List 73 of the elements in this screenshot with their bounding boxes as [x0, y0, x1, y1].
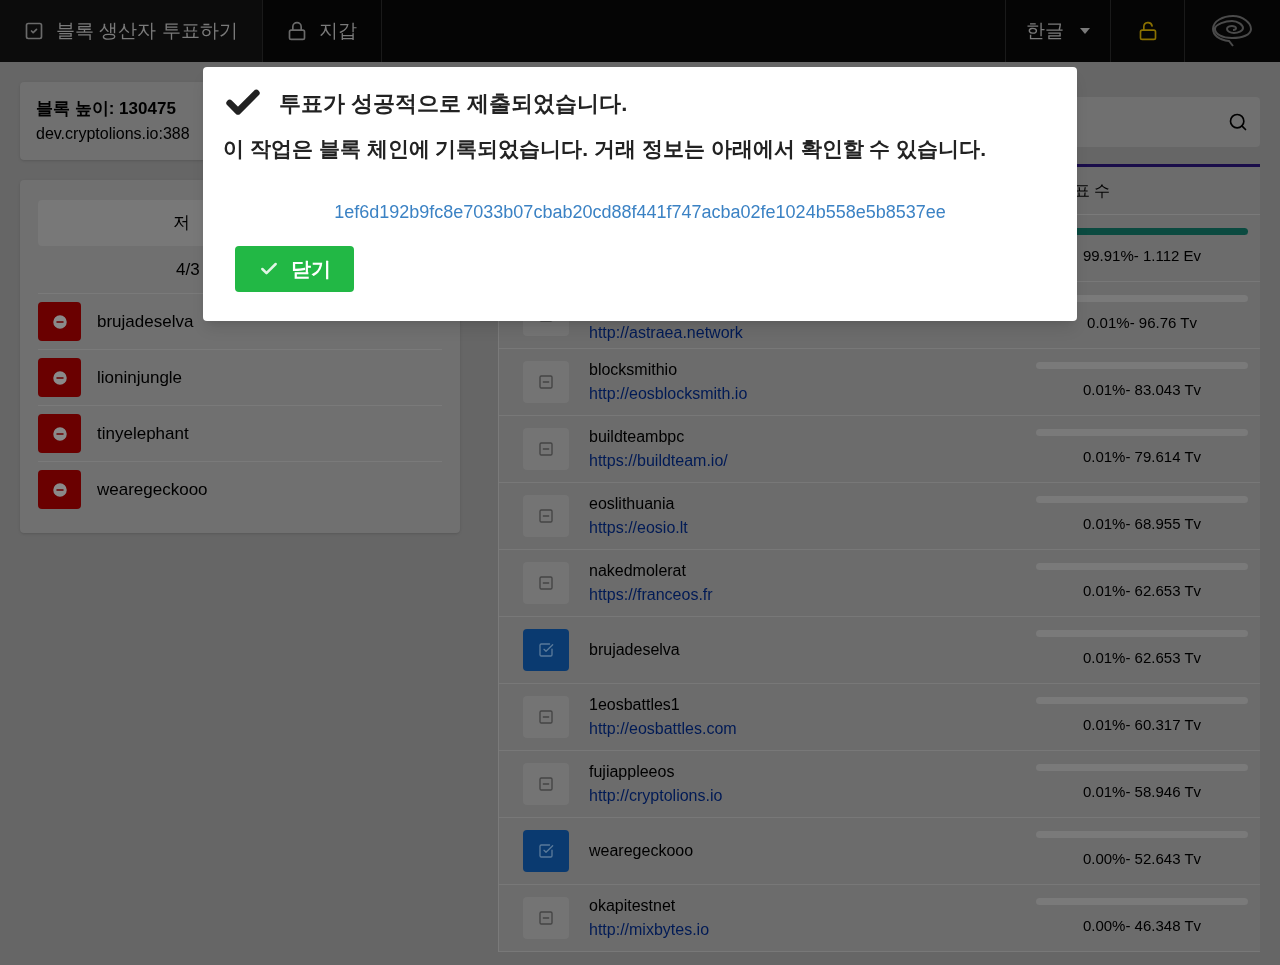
- producer-name: brujadeselva: [589, 640, 681, 660]
- checkbox-minus-icon: [538, 910, 554, 926]
- lock-icon: [286, 21, 307, 41]
- vote-share-reading: 0.00%- 46.348 Tv: [1082, 916, 1202, 937]
- vote-share-reading: 0.01%- 58.946 Tv: [1082, 782, 1202, 803]
- remove-vote-button[interactable]: [38, 470, 81, 509]
- language-dropdown[interactable]: 한글: [1005, 0, 1111, 62]
- producer-checkbox[interactable]: [523, 763, 569, 805]
- vote-share-reading: 0.01%- 79.614 Tv: [1082, 447, 1202, 468]
- minus-circle-icon: [50, 424, 69, 443]
- transaction-link[interactable]: 1ef6d192b9fc8e7033b07cbab20cd88f441f747acba02fe1024b558e5b8537ee: [334, 198, 946, 226]
- producer-checkbox[interactable]: [523, 629, 569, 671]
- voted-producer-name: lioninjungle: [97, 366, 183, 389]
- checkbox-checked-icon: [538, 642, 554, 658]
- vote-share-reading: 0.01%- 60.317 Tv: [1082, 715, 1202, 736]
- producer-name: buildteambpc: [589, 427, 686, 447]
- producer-url[interactable]: https://franceos.fr: [589, 583, 1036, 607]
- vote-share-reading: 0.01%- 68.955 Tv: [1082, 514, 1202, 535]
- unlock-icon: [1137, 21, 1158, 41]
- minus-circle-icon: [50, 368, 69, 387]
- producer-checkbox[interactable]: [523, 897, 569, 939]
- vote-share-reading: 99.91%- 1.112 Ev: [1082, 246, 1202, 267]
- nav-tab[interactable]: 블록 생산자 투표하기: [0, 0, 263, 62]
- producer-checkbox[interactable]: [523, 696, 569, 738]
- checkbox-checked-icon: [538, 843, 554, 859]
- producer-url[interactable]: http://eosblocksmith.io: [589, 382, 1036, 406]
- close-button[interactable]: 닫기: [235, 245, 354, 292]
- vote-share-reading: 0.01%- 96.76 Tv: [1087, 313, 1197, 334]
- checkbox-minus-icon: [538, 709, 554, 725]
- remove-vote-button[interactable]: [38, 414, 81, 453]
- producer-checkbox[interactable]: [523, 428, 569, 470]
- checkbox-minus-icon: [538, 508, 554, 524]
- search-icon: [1228, 112, 1248, 132]
- producer-name: okapitestnet: [589, 896, 677, 916]
- dialog-title: 투표가 성공적으로 제출되었습니다.: [279, 89, 628, 118]
- producer-url[interactable]: https://eosio.lt: [589, 516, 1036, 540]
- producer-name: eoslithuania: [589, 494, 676, 514]
- node-address: dev.cryptolions.io:388: [36, 123, 190, 144]
- producer-name: blocksmithio: [589, 360, 679, 380]
- checkbox-minus-icon: [538, 441, 554, 457]
- checkbox-icon: [24, 21, 44, 41]
- vote-share-reading: 0.01%- 83.043 Tv: [1082, 380, 1202, 401]
- block-height-label: 블록 높이: 130475: [36, 98, 176, 120]
- producer-url[interactable]: http://mixbytes.io: [589, 918, 1036, 942]
- producer-name: 1eosbattles1: [589, 695, 681, 715]
- voted-producer-name: brujadeselva: [97, 310, 194, 333]
- caret-icon: [1080, 28, 1090, 34]
- vote-share-reading: 0.01%- 62.653 Tv: [1082, 648, 1202, 669]
- vote-count: 4/3: [176, 258, 200, 281]
- producer-url[interactable]: http://eosbattles.com: [589, 717, 1036, 741]
- producer-checkbox[interactable]: [523, 361, 569, 403]
- producer-checkbox[interactable]: [523, 830, 569, 872]
- vote-share-reading: 0.01%- 62.653 Tv: [1082, 581, 1202, 602]
- checkbox-minus-icon: [538, 374, 554, 390]
- minus-circle-icon: [50, 480, 69, 499]
- voted-producer-name: wearegeckooo: [97, 478, 208, 501]
- producer-name: fujiappleeos: [589, 762, 676, 782]
- nav-tab[interactable]: 지갑: [262, 0, 382, 62]
- producer-name: wearegeckooo: [589, 841, 695, 861]
- producer-checkbox[interactable]: [523, 562, 569, 604]
- vote-share-reading: 0.00%- 52.643 Tv: [1082, 849, 1202, 870]
- minus-circle-icon: [50, 312, 69, 331]
- producer-url[interactable]: https://buildteam.io/: [589, 449, 1036, 473]
- checkbox-minus-icon: [538, 575, 554, 591]
- producer-url[interactable]: http://astraea.network: [589, 321, 1036, 345]
- checkbox-minus-icon: [538, 776, 554, 792]
- producer-checkbox[interactable]: [523, 495, 569, 537]
- producer-url[interactable]: http://cryptolions.io: [589, 784, 1036, 808]
- dialog-message: 이 작업은 블록 체인에 기록되었습니다. 거래 정보는 아래에서 확인할 수 있습니다.: [223, 136, 987, 162]
- voted-producer-name: tinyelephant: [97, 422, 189, 445]
- producer-name: nakedmolerat: [589, 561, 687, 581]
- remove-vote-button[interactable]: [38, 358, 81, 397]
- remove-vote-button[interactable]: [38, 302, 81, 341]
